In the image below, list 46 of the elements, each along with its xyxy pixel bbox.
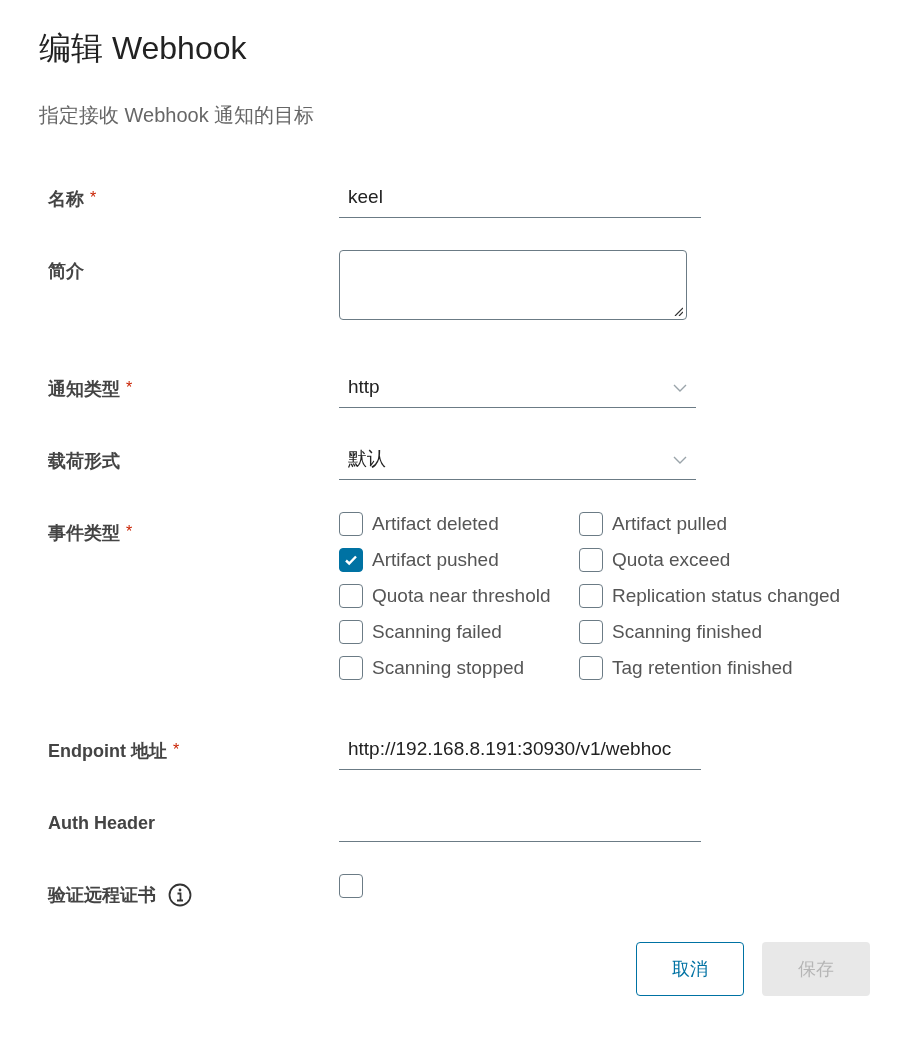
checkbox-label: Quota near threshold <box>372 583 551 608</box>
field-label: Auth Header <box>48 812 155 835</box>
field-label: Endpoint 地址 <box>48 740 167 763</box>
checkbox-label: Artifact deleted <box>372 511 499 536</box>
checkbox-label: Scanning stopped <box>372 655 525 680</box>
field-label: 名称 <box>48 188 84 211</box>
field-label: 事件类型 <box>48 522 120 545</box>
chevron-down-icon <box>673 383 687 392</box>
checkbox[interactable] <box>579 656 603 680</box>
checkbox-label: Artifact pushed <box>372 547 499 572</box>
checkbox-label: Tag retention finished <box>612 655 793 680</box>
dialog-title: 编辑 Webhook <box>39 29 248 68</box>
checkbox[interactable] <box>339 620 363 644</box>
checkbox-label: Quota exceed <box>612 547 731 572</box>
resize-handle-icon[interactable] <box>673 306 683 316</box>
field-label: 简介 <box>48 260 84 283</box>
select-dropdown[interactable]: 默认 <box>339 440 696 480</box>
required-asterisk: * <box>90 188 97 208</box>
checkbox[interactable] <box>339 874 363 898</box>
select-dropdown[interactable]: http <box>339 368 696 408</box>
checkbox[interactable] <box>339 656 363 680</box>
checkbox[interactable] <box>579 620 603 644</box>
checkbox-label: Scanning failed <box>372 619 502 644</box>
chevron-down-icon <box>673 455 687 464</box>
field-label: 通知类型 <box>48 378 120 401</box>
checkbox[interactable] <box>579 548 603 572</box>
checkbox-label: Scanning finished <box>612 619 762 644</box>
text-input-field[interactable]: keel <box>339 178 701 218</box>
checkbox[interactable] <box>339 512 363 536</box>
checkmark-icon <box>344 553 358 567</box>
required-asterisk: * <box>126 522 133 542</box>
text-input-field[interactable]: http://192.168.8.191:30930/v1/webhoc <box>339 730 701 770</box>
info-icon[interactable] <box>168 883 192 907</box>
checkbox-label: Artifact pulled <box>612 511 728 536</box>
field-label: 验证远程证书 <box>48 884 156 907</box>
dialog-subtitle: 指定接收 Webhook 通知的目标 <box>39 103 316 128</box>
checkbox[interactable] <box>339 548 363 572</box>
required-asterisk: * <box>173 740 180 760</box>
checkbox[interactable] <box>339 584 363 608</box>
description-textarea[interactable] <box>339 250 687 320</box>
checkbox-label: Replication status changed <box>612 583 841 608</box>
checkbox[interactable] <box>579 584 603 608</box>
cancel-button[interactable]: 取消 <box>636 942 744 996</box>
field-label: 载荷形式 <box>48 450 120 473</box>
checkbox[interactable] <box>579 512 603 536</box>
required-asterisk: * <box>126 378 133 398</box>
